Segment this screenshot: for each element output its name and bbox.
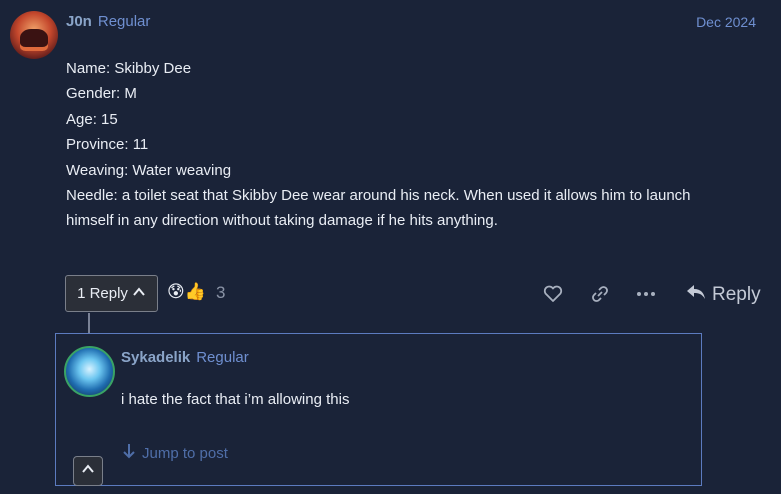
post-line-gender: Gender: M [66, 85, 137, 103]
reply-button[interactable]: Reply [686, 283, 761, 307]
link-icon[interactable] [590, 285, 610, 308]
jump-to-post-link[interactable]: Jump to post [122, 443, 228, 463]
post-line-weaving: Weaving: Water weaving [66, 161, 232, 179]
reaction-thumbs-up[interactable]: 👍 [185, 282, 206, 302]
post-line-name: Name: Skibby Dee [66, 60, 192, 77]
arrow-down-icon [122, 443, 136, 463]
reply-label: Reply [712, 284, 761, 305]
replies-label: 1 Reply [77, 285, 128, 302]
jump-to-post-label: Jump to post [142, 444, 228, 462]
post-line-needle: Needle: a toilet seat that Skibby Dee we… [66, 187, 691, 205]
embedded-reply-username[interactable]: Sykadelik [121, 349, 190, 366]
reaction-count[interactable]: 3 [216, 283, 225, 303]
reactions[interactable]: 😰 👍 [167, 282, 206, 302]
post-line-needle-cont: himself in any direction without taking … [66, 212, 498, 230]
username[interactable]: J0n [66, 13, 92, 30]
post-header: J0n Regular [66, 13, 150, 30]
post-body: Name: Skibby Dee Gender: M Age: 15 Provi… [66, 56, 756, 234]
embedded-reply-avatar[interactable] [64, 346, 115, 397]
heart-icon[interactable] [543, 285, 563, 308]
post-date[interactable]: Dec 2024 [696, 14, 756, 30]
user-title: Regular [97, 13, 151, 30]
reply-arrow-icon [686, 283, 706, 307]
chevron-up-icon [132, 285, 146, 303]
post-line-province: Province: 11 [66, 136, 149, 154]
embedded-reply-user-title: Regular [196, 349, 249, 366]
avatar[interactable] [10, 11, 58, 59]
replies-toggle-button[interactable]: 1 Reply [65, 275, 158, 312]
avatar-figure [20, 29, 48, 51]
embedded-reply-header: Sykadelik Regular [121, 349, 249, 366]
post-line-age: Age: 15 [66, 110, 118, 128]
embedded-reply-text: i hate the fact that i’m allowing this [121, 391, 350, 408]
chevron-up-icon [81, 462, 95, 481]
collapse-replies-button[interactable] [73, 456, 103, 486]
ellipsis-icon[interactable] [636, 285, 656, 308]
reaction-anxious[interactable]: 😰 [167, 282, 185, 302]
